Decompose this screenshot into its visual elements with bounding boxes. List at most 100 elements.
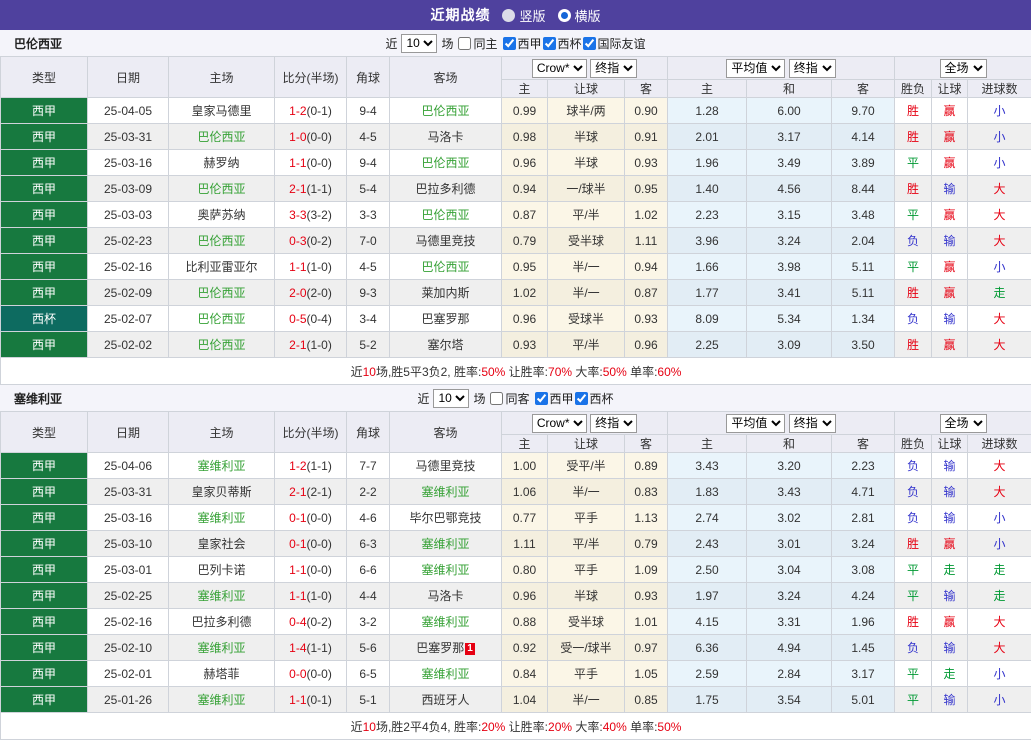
match-row: 西甲25-03-16赫罗纳1-1(0-0)9-4巴伦西亚0.96半球0.931.…	[1, 150, 1031, 176]
result-goals: 大	[968, 453, 1031, 479]
score-cell: 1-1(1-0)	[275, 254, 347, 280]
home-team: 皇家社会	[169, 531, 275, 557]
summary-segment: 20%	[548, 720, 572, 734]
away-team: 塞维利亚	[390, 609, 502, 635]
away-team-name: 巴塞罗那	[421, 312, 469, 326]
avg-stage-select[interactable]: 终指	[789, 59, 836, 78]
corner-count: 4-4	[347, 583, 390, 609]
odds-home: 0.92	[502, 635, 548, 661]
match-row: 西甲25-02-25塞维利亚1-1(1-0)4-4马洛卡0.96半球0.931.…	[1, 583, 1031, 609]
half-time-score: (0-0)	[307, 156, 332, 170]
summary-segment: 让胜率:	[505, 720, 548, 734]
view-option[interactable]: 竖版	[502, 6, 545, 25]
result-goals: 大	[968, 609, 1031, 635]
summary-segment: 场,胜2平4负4, 胜率:	[376, 720, 481, 734]
match-date: 25-01-26	[88, 687, 169, 713]
same-side-filter[interactable]: 同客	[489, 390, 529, 407]
score-cell: 0-5(0-4)	[275, 306, 347, 332]
league-filter[interactable]: 西甲	[502, 35, 542, 52]
same-side-filter[interactable]: 同主	[457, 35, 497, 52]
corner-count: 9-4	[347, 98, 390, 124]
result-goals: 大	[968, 228, 1031, 254]
odds-stage-select[interactable]: 终指	[590, 59, 637, 78]
home-team-name: 巴伦西亚	[197, 338, 245, 352]
odds-stage-select[interactable]: 终指	[590, 414, 637, 433]
result-handicap: 赢	[932, 609, 968, 635]
match-date: 25-03-31	[88, 124, 169, 150]
score-cell: 0-4(0-2)	[275, 609, 347, 635]
home-team: 塞维利亚	[169, 505, 275, 531]
league-filter[interactable]: 西杯	[542, 35, 582, 52]
full-time-score: 1-2	[289, 459, 306, 473]
home-team: 巴伦西亚	[169, 124, 275, 150]
avg-home: 1.28	[668, 98, 747, 124]
scope-select[interactable]: 全场	[940, 59, 987, 78]
result-goals: 小	[968, 505, 1031, 531]
avg-type-select[interactable]: 平均值	[726, 59, 785, 78]
league-checkbox[interactable]	[543, 37, 556, 50]
league-checkbox[interactable]	[583, 37, 596, 50]
home-team: 奥萨苏纳	[169, 202, 275, 228]
league-type-badge: 西甲	[1, 202, 88, 228]
corner-count: 7-0	[347, 228, 390, 254]
score-cell: 2-1(1-0)	[275, 332, 347, 358]
result-handicap: 赢	[932, 254, 968, 280]
home-team-name: 巴列卡诺	[197, 563, 245, 577]
away-team: 塞维利亚	[390, 557, 502, 583]
avg-type-select[interactable]: 平均值	[726, 414, 785, 433]
avg-away: 3.48	[832, 202, 895, 228]
scope-select[interactable]: 全场	[940, 414, 987, 433]
full-time-score: 3-3	[289, 208, 306, 222]
same-side-checkbox[interactable]	[490, 392, 503, 405]
rows-body: 西甲25-04-06塞维利亚1-2(1-1)7-7马德里竞技1.00受平/半0.…	[1, 453, 1031, 713]
result-goals: 大	[968, 306, 1031, 332]
half-time-score: (0-4)	[307, 312, 332, 326]
same-side-checkbox[interactable]	[458, 37, 471, 50]
league-checkbox[interactable]	[575, 392, 588, 405]
recent-count-select[interactable]: 10	[433, 389, 469, 408]
result-outcome: 负	[895, 505, 932, 531]
home-team-name: 巴伦西亚	[197, 182, 245, 196]
league-type-badge: 西甲	[1, 453, 88, 479]
sub-header-goals: 进球数	[968, 80, 1031, 98]
odds-company-select[interactable]: Crow*	[532, 59, 587, 78]
radio-icon[interactable]	[502, 9, 515, 22]
avg-home: 1.83	[668, 479, 747, 505]
league-checkbox[interactable]	[503, 37, 516, 50]
league-filter[interactable]: 西甲	[534, 390, 574, 407]
league-filter[interactable]: 西杯	[574, 390, 614, 407]
corner-count: 4-6	[347, 505, 390, 531]
avg-home: 2.50	[668, 557, 747, 583]
avg-stage-select[interactable]: 终指	[789, 414, 836, 433]
odds-company-select[interactable]: Crow*	[532, 414, 587, 433]
avg-group-header: 平均值 终指	[668, 57, 895, 80]
corner-count: 5-6	[347, 635, 390, 661]
away-team-name: 塞维利亚	[421, 667, 469, 681]
result-outcome: 负	[895, 635, 932, 661]
odds-away: 0.94	[625, 254, 668, 280]
full-time-score: 2-1	[289, 485, 306, 499]
odds-handicap: 受球半	[548, 306, 625, 332]
away-team: 巴伦西亚	[390, 202, 502, 228]
avg-home: 8.09	[668, 306, 747, 332]
radio-icon[interactable]	[558, 9, 571, 22]
home-team: 巴伦西亚	[169, 280, 275, 306]
avg-away: 9.70	[832, 98, 895, 124]
full-time-score: 1-1	[289, 563, 306, 577]
result-outcome: 胜	[895, 280, 932, 306]
league-checkbox[interactable]	[535, 392, 548, 405]
corner-count: 9-4	[347, 150, 390, 176]
away-team-name: 巴伦西亚	[421, 156, 469, 170]
col-header-date: 日期	[88, 57, 169, 98]
summary-segment: 让胜率:	[505, 365, 548, 379]
full-time-score: 2-0	[289, 286, 306, 300]
recent-count-select[interactable]: 10	[401, 34, 437, 53]
half-time-score: (0-0)	[307, 511, 332, 525]
view-option[interactable]: 横版	[558, 6, 601, 25]
league-filter[interactable]: 国际友谊	[582, 35, 646, 52]
match-row: 西甲25-02-02巴伦西亚2-1(1-0)5-2塞尔塔0.93平/半0.962…	[1, 332, 1031, 358]
avg-draw: 3.54	[747, 687, 832, 713]
away-team-name: 巴拉多利德	[415, 182, 475, 196]
league-filter-label: 西杯	[590, 390, 614, 407]
avg-away: 2.81	[832, 505, 895, 531]
